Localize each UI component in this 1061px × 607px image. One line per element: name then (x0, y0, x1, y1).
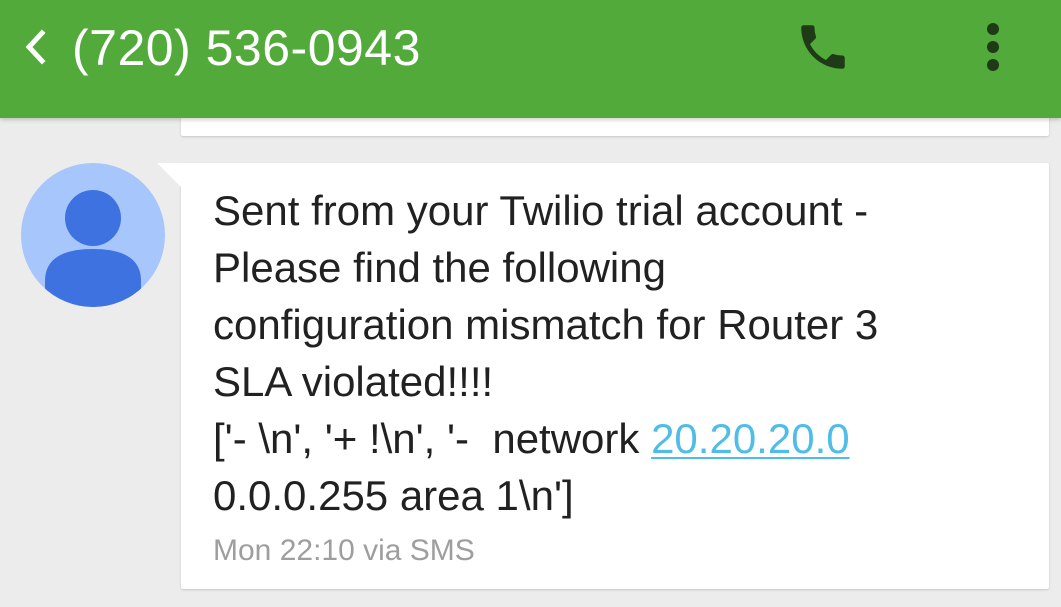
bubble-tail (157, 163, 183, 189)
more-options-button[interactable] (968, 14, 1018, 80)
app-bar: (720) 536-0943 (0, 0, 1061, 118)
message-line: Sent from your Twilio trial account - (213, 187, 869, 234)
message-line: SLA violated!!!! (213, 358, 494, 405)
code-prefix-text: ['- \n', '+ !\n', '- network (213, 415, 652, 462)
message-line: Please find the following (213, 244, 666, 291)
message-code-line: ['- \n', '+ !\n', '- network 20.20.20.0 (213, 410, 1013, 467)
more-vert-icon (987, 23, 999, 71)
person-icon (45, 190, 141, 307)
ip-address-link[interactable]: 20.20.20.0 (651, 415, 850, 462)
call-button[interactable] (790, 14, 856, 80)
message-line: configuration mismatch for Router 3 (213, 301, 879, 348)
chevron-left-icon (25, 29, 46, 65)
contact-title: (720) 536-0943 (72, 20, 421, 76)
contact-avatar[interactable] (21, 163, 165, 307)
message-text: Sent from your Twilio trial account - Pl… (213, 182, 1013, 524)
message-timestamp: Mon 22:10 via SMS (213, 534, 475, 567)
back-button[interactable] (10, 22, 60, 72)
message-code-line-end: 0.0.0.255 area 1\n'] (213, 472, 574, 519)
message-bubble[interactable]: Sent from your Twilio trial account - Pl… (181, 163, 1049, 589)
phone-icon (801, 25, 845, 69)
